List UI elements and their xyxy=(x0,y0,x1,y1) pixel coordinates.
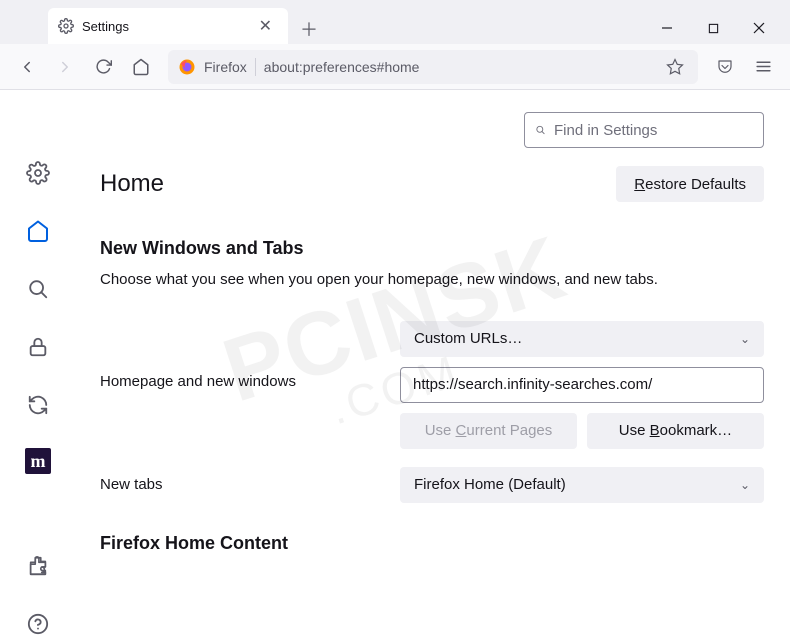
reload-button[interactable] xyxy=(86,50,120,84)
home-button[interactable] xyxy=(124,50,158,84)
sidebar-item-privacy[interactable] xyxy=(23,332,53,362)
sidebar-item-extensions[interactable] xyxy=(23,551,53,581)
address-label: Firefox xyxy=(204,59,247,75)
sidebar-item-general[interactable] xyxy=(23,158,53,188)
tab-strip: Settings ✕ ＋ xyxy=(0,0,790,44)
section-home-content-title: Firefox Home Content xyxy=(100,533,764,554)
sidebar-item-sync[interactable] xyxy=(23,390,53,420)
chevron-down-icon: ⌄ xyxy=(740,478,750,492)
use-bookmark-button[interactable]: Use Bookmark… xyxy=(587,413,764,449)
minimize-button[interactable] xyxy=(644,12,690,44)
sidebar-item-home[interactable] xyxy=(23,216,53,246)
sidebar-item-help[interactable] xyxy=(23,609,53,639)
use-current-pages-button[interactable]: Use Current Pages xyxy=(400,413,577,449)
page-title: Home xyxy=(100,170,164,198)
tab-settings[interactable]: Settings ✕ xyxy=(48,8,288,44)
homepage-label: Homepage and new windows xyxy=(100,321,390,390)
homepage-url-input[interactable] xyxy=(400,367,764,403)
forward-button[interactable] xyxy=(48,50,82,84)
section-new-windows-desc: Choose what you see when you open your h… xyxy=(100,269,764,291)
find-in-settings[interactable] xyxy=(524,112,764,148)
app-menu-button[interactable] xyxy=(746,50,780,84)
chevron-down-icon: ⌄ xyxy=(740,332,750,346)
maximize-button[interactable] xyxy=(690,12,736,44)
restore-defaults-button[interactable]: Restore Defaults xyxy=(616,166,764,202)
gear-icon xyxy=(58,18,74,34)
close-window-button[interactable] xyxy=(736,12,782,44)
newtabs-label: New tabs xyxy=(100,476,390,493)
sidebar: m xyxy=(12,90,64,639)
pocket-button[interactable] xyxy=(708,50,742,84)
find-input[interactable] xyxy=(554,122,753,139)
firefox-icon xyxy=(178,58,196,76)
main-panel: Home Restore Defaults New Windows and Ta… xyxy=(64,90,790,639)
back-button[interactable] xyxy=(10,50,44,84)
address-bar[interactable]: Firefox about:preferences#home xyxy=(168,50,698,84)
separator xyxy=(255,58,256,76)
address-url: about:preferences#home xyxy=(264,59,654,75)
close-tab-button[interactable]: ✕ xyxy=(253,14,278,38)
new-tab-button[interactable]: ＋ xyxy=(294,14,324,44)
sidebar-item-search[interactable] xyxy=(23,274,53,304)
search-icon xyxy=(535,122,546,138)
toolbar: Firefox about:preferences#home xyxy=(0,44,790,90)
newtabs-value: Firefox Home (Default) xyxy=(414,476,566,493)
window-controls xyxy=(644,12,782,44)
bookmark-star-button[interactable] xyxy=(662,54,688,80)
section-new-windows-title: New Windows and Tabs xyxy=(100,238,764,259)
tab-title: Settings xyxy=(82,19,129,34)
homepage-mode-value: Custom URLs… xyxy=(414,330,522,347)
newtabs-select[interactable]: Firefox Home (Default) ⌄ xyxy=(400,467,764,503)
homepage-mode-select[interactable]: Custom URLs… ⌄ xyxy=(400,321,764,357)
sidebar-item-more-from-mozilla[interactable]: m xyxy=(25,448,51,474)
